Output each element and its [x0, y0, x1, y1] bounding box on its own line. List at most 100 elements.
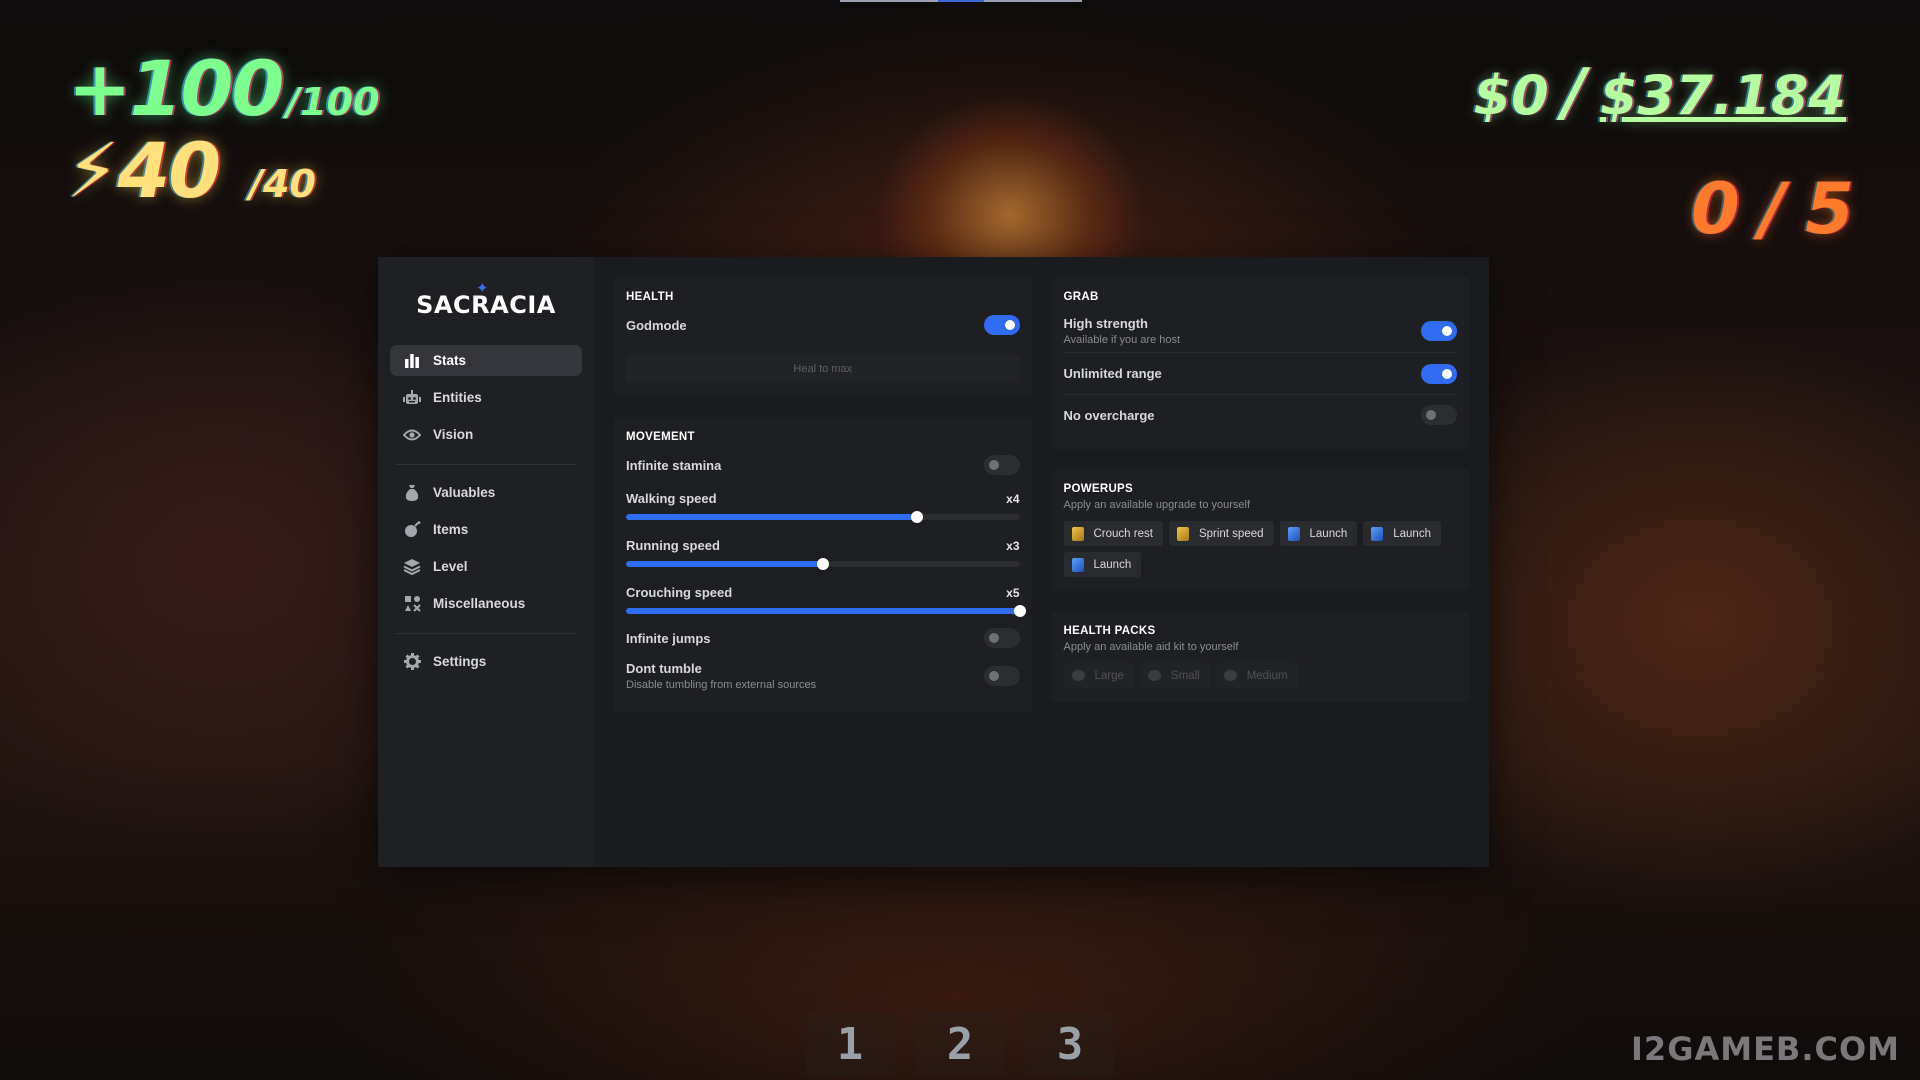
sidebar-item-stats[interactable]: Stats	[390, 345, 582, 376]
grab-card: GRAB High strength Available if you are …	[1051, 277, 1469, 449]
sidebar: ✦ SACRACIA Stats Entities Vision Valuable…	[378, 257, 594, 867]
health-title: HEALTH	[626, 291, 674, 303]
sidebar-item-valuables[interactable]: Valuables	[390, 477, 582, 508]
infinite-jumps-label: Infinite jumps	[626, 630, 711, 646]
hud-health-current: +100	[68, 44, 284, 133]
heal-to-max-button[interactable]: Heal to max	[626, 355, 1020, 383]
sparkle-icon: ✦	[476, 279, 490, 297]
health-pack-medium-button[interactable]: Medium	[1215, 663, 1298, 688]
top-progress-marker	[938, 0, 984, 2]
infinite-stamina-row: Infinite stamina	[626, 449, 1020, 481]
powerup-launch-button[interactable]: Launch	[1363, 521, 1441, 546]
infinite-stamina-label: Infinite stamina	[626, 457, 722, 473]
running-speed-thumb[interactable]	[816, 558, 829, 570]
hud-money-total: $37.184	[1600, 64, 1846, 127]
hotbar: 1 2 3	[806, 1012, 1114, 1076]
hotbar-slot-2[interactable]: 2	[916, 1012, 1004, 1076]
logo: ✦ SACRACIA	[390, 279, 582, 319]
running-speed-slider[interactable]	[626, 558, 1020, 570]
powerup-crouch-rest-button[interactable]: Crouch rest	[1063, 521, 1163, 546]
crouching-speed-label: Crouching speed	[626, 585, 733, 600]
sidebar-item-level[interactable]: Level	[390, 551, 582, 582]
health-card: HEALTH Godmode Heal to max	[614, 277, 1032, 397]
grab-title: GRAB	[1063, 291, 1099, 303]
unlimited-range-label: Unlimited range	[1063, 366, 1162, 381]
hud-quota-current: 0	[1690, 168, 1740, 250]
crouching-speed-value: x5	[1006, 585, 1020, 600]
hotbar-slot-3[interactable]: 3	[1026, 1012, 1114, 1076]
upgrade-blue-icon	[1371, 526, 1384, 541]
no-overcharge-row: No overcharge	[1063, 395, 1457, 435]
hud-money-separator: /	[1562, 56, 1587, 130]
sidebar-item-items[interactable]: Items	[390, 514, 582, 545]
movement-card: MOVEMENT Infinite stamina Walking speed …	[614, 417, 1032, 712]
walking-speed-slider[interactable]	[626, 511, 1020, 523]
sidebar-item-vision[interactable]: Vision	[390, 419, 582, 450]
movement-title: MOVEMENT	[626, 431, 695, 443]
walking-speed-thumb[interactable]	[911, 511, 924, 523]
running-speed-fill	[626, 561, 823, 567]
high-strength-description: Available if you are host	[1063, 333, 1181, 346]
dont-tumble-description: Disable tumbling from external sources	[626, 679, 817, 691]
powerup-label: Launch	[1309, 527, 1348, 540]
unlimited-range-row: Unlimited range	[1063, 353, 1457, 395]
health-pack-icon	[1223, 670, 1237, 681]
powerups-title: POWERUPS	[1063, 483, 1133, 495]
sidebar-item-label: Items	[433, 522, 469, 537]
no-overcharge-toggle[interactable]	[1421, 405, 1457, 425]
powerups-list: Crouch rest Sprint speed Launch Launch L…	[1063, 521, 1458, 577]
crouching-speed-slider[interactable]	[626, 605, 1026, 617]
robot-icon	[402, 389, 422, 407]
upgrade-blue-icon	[1287, 526, 1300, 541]
walking-speed-label: Walking speed	[626, 491, 717, 506]
health-pack-small-button[interactable]: Small	[1139, 663, 1210, 688]
hud-energy: ⚡40/40	[66, 126, 316, 215]
infinite-jumps-toggle[interactable]	[983, 628, 1020, 648]
infinite-stamina-toggle[interactable]	[983, 455, 1020, 475]
sidebar-divider	[396, 464, 576, 465]
hud-money: $0/$37.184	[1474, 56, 1846, 130]
walking-speed-fill	[626, 514, 918, 520]
upgrade-gold-icon	[1071, 526, 1084, 541]
cheat-menu: ✦ SACRACIA Stats Entities Vision Valuable…	[378, 257, 1489, 867]
walking-speed-slider-row: Walking speed x4	[626, 481, 1020, 528]
hud-quota-separator: /	[1759, 168, 1786, 250]
top-progress-strip	[840, 0, 1082, 2]
high-strength-label: High strength	[1063, 315, 1149, 331]
crouching-speed-slider-row: Crouching speed x5	[626, 575, 1026, 622]
upgrade-blue-icon	[1071, 557, 1084, 572]
running-speed-label: Running speed	[626, 538, 720, 553]
powerups-subtitle: Apply an available upgrade to yourself	[1063, 499, 1251, 511]
watermark: I2GAMEB.COM	[1631, 1030, 1900, 1068]
health-pack-large-button[interactable]: Large	[1063, 663, 1134, 688]
crouching-speed-thumb[interactable]	[1013, 605, 1026, 617]
sidebar-item-miscellaneous[interactable]: Miscellaneous	[390, 588, 582, 619]
sidebar-item-label: Miscellaneous	[433, 596, 526, 611]
powerup-label: Crouch rest	[1093, 527, 1153, 540]
sidebar-item-settings[interactable]: Settings	[390, 646, 582, 677]
running-speed-value: x3	[1006, 538, 1020, 553]
hotbar-slot-1[interactable]: 1	[806, 1012, 894, 1076]
sidebar-item-label: Stats	[433, 353, 467, 368]
no-overcharge-label: No overcharge	[1063, 407, 1155, 423]
unlimited-range-toggle[interactable]	[1421, 363, 1457, 384]
sidebar-item-label: Level	[433, 559, 468, 574]
running-speed-slider-row: Running speed x3	[626, 528, 1020, 575]
health-pack-icon	[1071, 670, 1085, 681]
sidebar-item-entities[interactable]: Entities	[390, 382, 582, 413]
high-strength-toggle[interactable]	[1421, 320, 1457, 341]
hud-energy-current: ⚡40	[66, 126, 221, 215]
powerup-launch-button[interactable]: Launch	[1063, 552, 1142, 577]
health-pack-label: Medium	[1246, 669, 1288, 682]
dont-tumble-toggle[interactable]	[983, 666, 1020, 686]
powerup-label: Launch	[1093, 558, 1132, 571]
powerup-sprint-speed-button[interactable]: Sprint speed	[1168, 521, 1274, 546]
powerup-launch-button[interactable]: Launch	[1279, 521, 1358, 546]
crouching-speed-fill	[626, 608, 1020, 614]
health-packs-list: Large Small Medium	[1063, 663, 1458, 688]
sidebar-item-label: Valuables	[433, 485, 496, 500]
gear-icon	[402, 653, 422, 671]
left-column: HEALTH Godmode Heal to max MOVEMENT Infi…	[614, 277, 1032, 847]
powerups-card: POWERUPS Apply an available upgrade to y…	[1051, 469, 1469, 591]
godmode-toggle[interactable]	[983, 315, 1020, 335]
